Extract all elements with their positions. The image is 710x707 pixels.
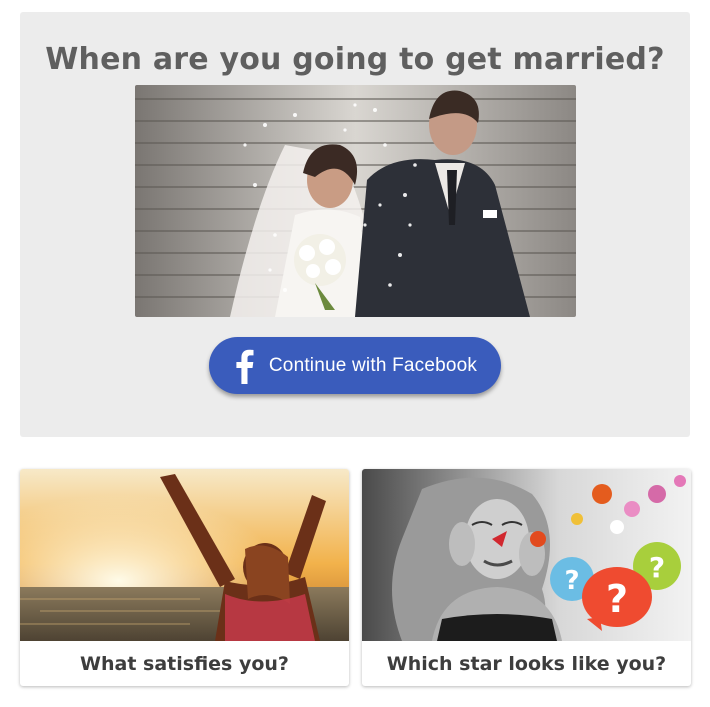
quiz-title: When are you going to get married? <box>45 42 665 77</box>
svg-text:?: ? <box>649 551 665 584</box>
svg-text:?: ? <box>606 577 628 621</box>
card-title: Which star looks like you? <box>386 652 667 675</box>
facebook-icon <box>236 349 254 384</box>
sunset-woman-photo <box>20 469 349 641</box>
continue-with-facebook-label: Continue with Facebook <box>268 354 478 376</box>
quiz-hero-card: When are you going to get married? Conti… <box>20 12 690 437</box>
wedding-photo <box>135 85 576 317</box>
star-lookalike-photo: ? ? ? <box>362 469 691 641</box>
continue-with-facebook-button[interactable]: Continue with Facebook <box>209 337 501 394</box>
card-title: What satisfies you? <box>80 652 289 675</box>
quiz-card-which-star-looks-like-you[interactable]: ? ? ? Which star looks like you? <box>362 469 691 686</box>
quiz-card-what-satisfies-you[interactable]: What satisfies you? <box>20 469 349 686</box>
svg-text:?: ? <box>564 566 579 596</box>
